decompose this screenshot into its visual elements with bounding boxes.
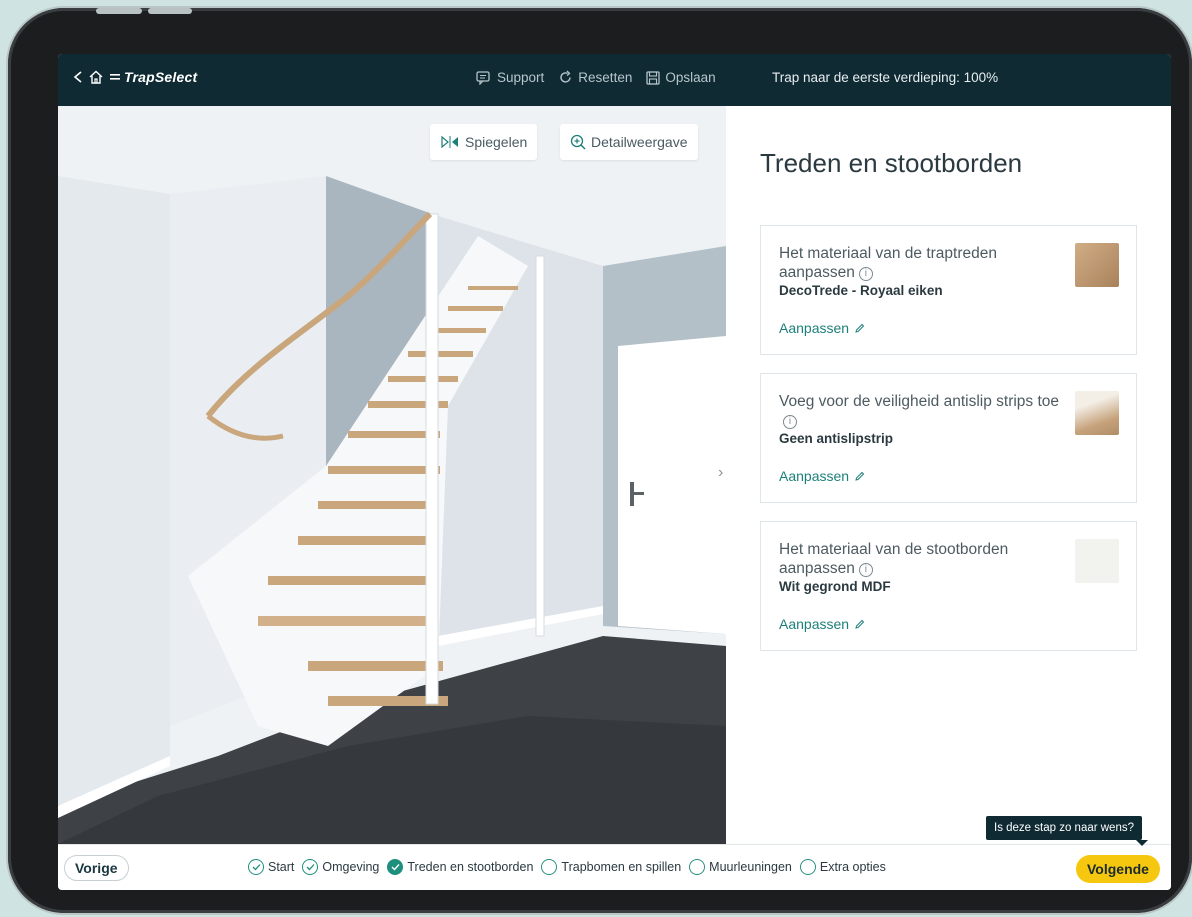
options-panel: Treden en stootborden Het materiaal van … bbox=[726, 106, 1171, 844]
info-icon[interactable]: i bbox=[858, 563, 873, 577]
empty-circle-icon bbox=[799, 859, 816, 875]
check-circle-icon bbox=[302, 859, 319, 875]
brand-logo-icon bbox=[110, 74, 120, 80]
mirror-label: Spiegelen bbox=[465, 134, 528, 150]
step-omgeving[interactable]: Omgeving bbox=[302, 859, 379, 875]
info-icon[interactable]: i bbox=[858, 267, 873, 281]
support-button[interactable]: Support bbox=[476, 70, 544, 85]
reset-label: Resetten bbox=[578, 70, 633, 85]
material-swatch bbox=[1075, 243, 1119, 287]
brand-name: TrapSelect bbox=[124, 69, 198, 85]
option-value: Wit gegrond MDF bbox=[779, 579, 891, 594]
app-screen: TrapSelect Support Resetten Opslaan Trap… bbox=[58, 54, 1171, 890]
support-label: Support bbox=[497, 70, 545, 85]
option-card-riser-material: Het materiaal van de stootborden aanpass… bbox=[760, 521, 1137, 651]
pencil-icon bbox=[855, 619, 865, 629]
bottom-bar: Vorige Start Omgeving Treden en stootbor… bbox=[58, 844, 1171, 890]
option-value: Geen antislipstrip bbox=[779, 431, 894, 446]
reset-icon bbox=[560, 70, 571, 83]
edit-link-label: Aanpassen bbox=[779, 320, 850, 336]
volume-button bbox=[96, 8, 142, 14]
check-circle-icon bbox=[248, 859, 264, 875]
volume-button bbox=[148, 8, 192, 14]
step-extra-opties[interactable]: Extra opties bbox=[799, 859, 886, 875]
empty-circle-icon bbox=[689, 859, 706, 875]
step-label: Start bbox=[268, 860, 295, 874]
zoom-in-icon bbox=[570, 134, 586, 150]
panel-title: Treden en stootborden bbox=[760, 148, 1023, 178]
step-label: Omgeving bbox=[322, 860, 380, 874]
back-chevron-icon[interactable] bbox=[72, 70, 84, 84]
step-trapbomen-en-spillen[interactable]: Trapbomen en spillen bbox=[541, 859, 681, 875]
step-label: Extra opties bbox=[819, 860, 886, 874]
detail-view-button[interactable]: Detailweergave bbox=[560, 124, 698, 160]
option-value: DecoTrede - Royaal eiken bbox=[779, 283, 943, 298]
top-actions: Support Resetten Opslaan bbox=[476, 70, 716, 85]
home-icon[interactable] bbox=[88, 69, 104, 85]
option-card-tread-material: Het materiaal van de traptreden aanpasse… bbox=[760, 225, 1137, 355]
mirror-icon bbox=[441, 135, 458, 149]
mirror-button[interactable]: Spiegelen bbox=[430, 124, 538, 160]
step-muurleuningen[interactable]: Muurleuningen bbox=[689, 859, 792, 875]
check-circle-filled-icon bbox=[387, 859, 404, 875]
edit-link[interactable]: Aanpassen bbox=[779, 616, 865, 632]
staircase-render[interactable] bbox=[58, 106, 726, 844]
save-button[interactable]: Opslaan bbox=[646, 70, 716, 85]
material-swatch bbox=[1075, 539, 1119, 583]
step-label: Muurleuningen bbox=[709, 860, 792, 874]
step-progress: Start Omgeving Treden en stootborden Tra… bbox=[248, 859, 886, 875]
step-label: Treden en stootborden bbox=[407, 860, 534, 874]
edit-link-label: Aanpassen bbox=[779, 616, 850, 632]
next-button[interactable]: Volgende bbox=[1076, 855, 1160, 883]
antislip-preview-swatch bbox=[1075, 391, 1119, 435]
save-icon bbox=[646, 70, 660, 85]
chevron-right-icon[interactable]: › bbox=[718, 464, 723, 482]
option-question: Het materiaal van de traptreden aanpasse… bbox=[779, 245, 997, 281]
save-label: Opslaan bbox=[665, 70, 716, 85]
edit-link-label: Aanpassen bbox=[779, 468, 850, 484]
chat-icon bbox=[476, 70, 490, 85]
tablet-frame: TrapSelect Support Resetten Opslaan Trap… bbox=[8, 8, 1192, 913]
option-question: Het materiaal van de stootborden aanpass… bbox=[779, 541, 1009, 577]
brand[interactable]: TrapSelect bbox=[72, 69, 197, 85]
info-icon[interactable]: i bbox=[783, 415, 797, 429]
step-treden-en-stootborden[interactable]: Treden en stootborden bbox=[387, 859, 533, 875]
edit-link[interactable]: Aanpassen bbox=[779, 320, 865, 336]
detail-view-label: Detailweergave bbox=[591, 134, 688, 150]
empty-circle-icon bbox=[541, 859, 558, 875]
pencil-icon bbox=[855, 323, 865, 333]
edit-link[interactable]: Aanpassen bbox=[779, 468, 865, 484]
option-question: Voeg voor de veiligheid antislip strips … bbox=[779, 393, 1060, 410]
previous-button[interactable]: Vorige bbox=[64, 855, 129, 881]
step-label: Trapbomen en spillen bbox=[561, 860, 682, 874]
reset-button[interactable]: Resetten bbox=[558, 70, 632, 85]
step-start[interactable]: Start bbox=[248, 859, 294, 875]
next-step-tooltip: Is deze stap zo naar wens? bbox=[986, 816, 1148, 846]
pencil-icon bbox=[855, 471, 865, 481]
progress-status: Trap naar de eerste verdieping: 100% bbox=[772, 70, 999, 85]
top-bar: TrapSelect Support Resetten Opslaan Trap… bbox=[58, 54, 1171, 106]
option-card-antislip: Voeg voor de veiligheid antislip strips … bbox=[760, 373, 1137, 503]
staircase-3d-viewport[interactable]: Spiegelen Detailweergave › bbox=[58, 106, 726, 844]
